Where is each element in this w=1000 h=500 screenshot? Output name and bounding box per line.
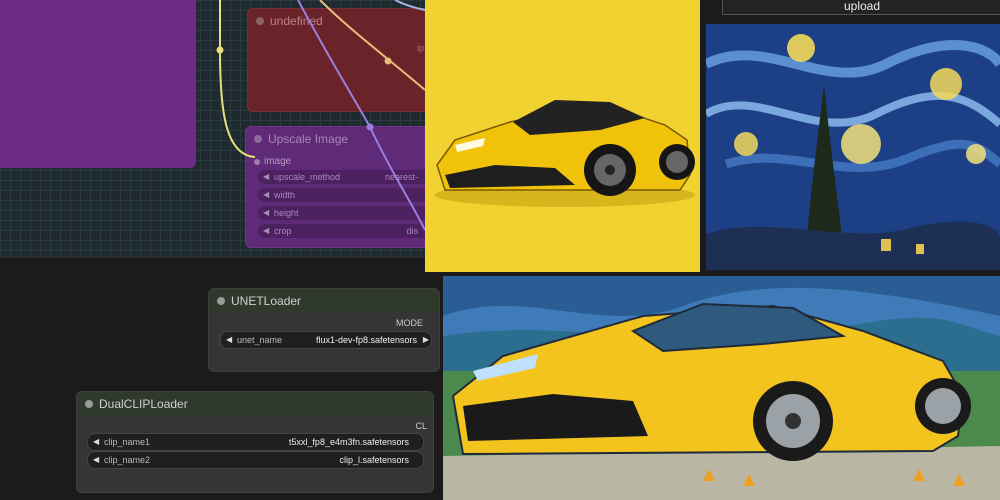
collapse-dot-icon[interactable] [217,297,225,305]
field-value: flux1-dev-fp8.safetensors [315,335,417,345]
left-arrow-icon[interactable]: ◀ [226,332,232,348]
dual-clip-loader-header: DualCLIPLoader [77,392,433,416]
blue-wire [394,0,426,11]
yellow-wire [219,0,256,158]
right-arrow-icon[interactable]: ▶ [423,332,429,348]
field-value: t5xxl_fp8_e4m3fn.safetensors [288,437,409,447]
field-value: clip_l.safetensors [339,455,409,465]
connection-wires [216,0,426,231]
starry-night-image[interactable] [706,24,1000,270]
left-arrow-icon[interactable]: ◀ [93,452,99,468]
yellow-car-illustration [425,0,700,272]
purple-wire [297,0,426,231]
dual-clip-loader-node[interactable]: DualCLIPLoader CL ◀ clip_name1 t5xxl_fp8… [76,391,434,493]
field-label: clip_name2 [104,455,151,465]
unet-loader-node[interactable]: UNETLoader MODE ◀ unet_name flux1-dev-fp… [208,288,440,372]
unet-loader-header: UNETLoader [209,289,439,313]
field-label: clip_name1 [104,437,151,447]
clip-name1-field[interactable]: ◀ clip_name1 t5xxl_fp8_e4m3fn.safetensor… [87,433,424,451]
unet-name-field[interactable]: ◀ unet_name flux1-dev-fp8.safetensors ▶ [220,331,432,349]
clip-output-label[interactable]: CL [415,421,427,431]
wire-reroute-dot[interactable] [216,46,224,54]
wire-reroute-dot[interactable] [366,123,374,131]
van-gogh-style-car-image[interactable] [443,276,1000,500]
orange-wire [319,0,426,91]
yellow-sports-car-image[interactable] [425,0,700,272]
unet-loader-title: UNETLoader [231,294,302,308]
left-arrow-icon[interactable]: ◀ [93,434,99,450]
model-output-label[interactable]: MODE [396,318,423,328]
upload-button[interactable]: upload [722,0,1000,15]
van-gogh-car-illustration [443,276,1000,500]
wire-reroute-dot[interactable] [384,57,392,65]
clip-name2-field[interactable]: ◀ clip_name2 clip_l.safetensors [87,451,424,469]
collapse-dot-icon[interactable] [85,400,93,408]
dual-clip-loader-title: DualCLIPLoader [99,397,188,411]
field-label: unet_name [237,335,283,345]
starry-night-illustration [706,24,1000,270]
